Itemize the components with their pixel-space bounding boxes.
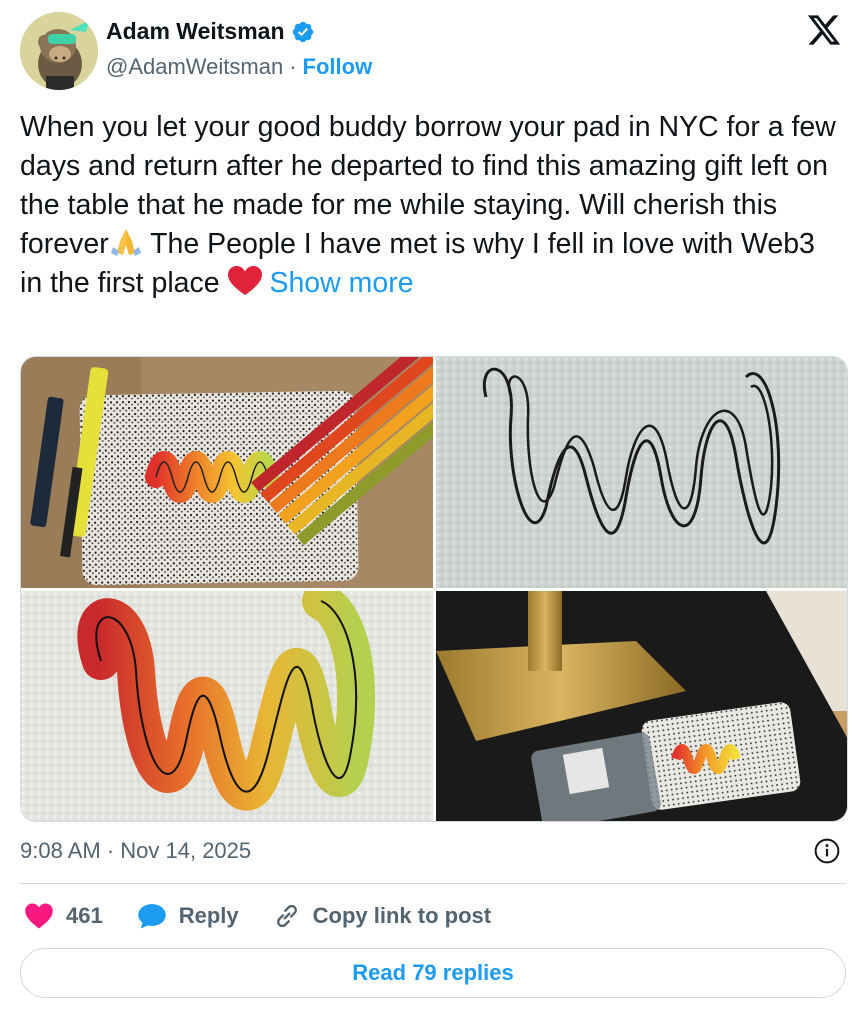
- table-display-photo-icon: [436, 591, 847, 821]
- author-handle-row: @AdamWeitsman · Follow: [106, 54, 372, 80]
- photo-1[interactable]: [21, 357, 433, 588]
- divider: [20, 883, 846, 884]
- heart-icon: [25, 903, 53, 929]
- tweet-text: When you let your good buddy borrow your…: [20, 108, 840, 303]
- tweet-timestamp[interactable]: 9:08 AM · Nov 14, 2025: [20, 838, 251, 864]
- reply-bubble-icon: [137, 904, 166, 929]
- colored-drawing-photo-icon: [21, 591, 433, 821]
- info-icon[interactable]: [814, 838, 840, 864]
- action-bar: 461 Reply Copy link to post: [24, 900, 525, 932]
- show-more-link[interactable]: Show more: [269, 267, 413, 299]
- author-display-name[interactable]: Adam Weitsman: [106, 18, 285, 45]
- folded-hands-emoji-icon: [110, 229, 141, 256]
- ape-avatar-icon: [20, 12, 98, 90]
- photo-2[interactable]: [436, 357, 847, 588]
- link-icon: [276, 904, 297, 928]
- like-count: 461: [66, 903, 103, 928]
- author-handle[interactable]: @AdamWeitsman: [106, 54, 283, 80]
- photo-3[interactable]: [21, 591, 433, 821]
- red-heart-emoji-icon: [227, 266, 262, 295]
- reply-label: Reply: [178, 903, 239, 928]
- media-grid: [20, 356, 848, 822]
- handle-separator: ·: [289, 54, 297, 79]
- photo-4[interactable]: [436, 591, 847, 821]
- read-replies-button[interactable]: Read 79 replies: [20, 948, 846, 998]
- drawing-card-photo-icon: [21, 357, 433, 588]
- tweet-card: Adam Weitsman @AdamWeitsman · Follow Whe…: [0, 0, 860, 1020]
- follow-button[interactable]: Follow: [303, 54, 373, 80]
- copy-link-label: Copy link to post: [312, 903, 492, 928]
- outline-drawing-photo-icon: [436, 357, 847, 588]
- author-avatar[interactable]: [20, 12, 98, 90]
- copy-link-button[interactable]: Copy link to post: [273, 902, 491, 930]
- author-name-row: Adam Weitsman: [106, 18, 315, 45]
- reply-button[interactable]: Reply: [137, 902, 239, 930]
- x-logo-icon[interactable]: [806, 12, 842, 48]
- verified-badge-icon: [292, 21, 313, 42]
- like-button[interactable]: 461: [24, 902, 103, 930]
